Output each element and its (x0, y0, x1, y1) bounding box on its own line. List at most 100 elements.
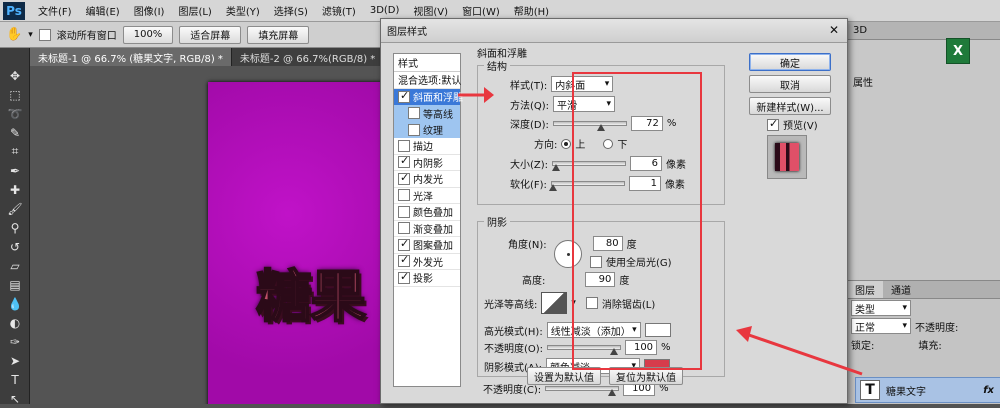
history-brush-tool-icon[interactable]: ↺ (0, 237, 30, 256)
style-list: 样式 混合选项:默认 斜面和浮雕等高线纹理描边内阴影内发光光泽颜色叠加渐变叠加图… (393, 53, 463, 387)
type-tool-icon[interactable]: T (0, 370, 30, 389)
style-item-checkbox[interactable] (408, 123, 420, 136)
menu-window[interactable]: 窗口(W) (455, 3, 507, 18)
document-canvas[interactable]: 糖果 (208, 82, 382, 404)
menu-filter[interactable]: 滤镜(T) (315, 3, 363, 18)
size-label: 大小(Z): (510, 160, 549, 171)
blur-tool-icon[interactable]: 💧 (0, 294, 30, 313)
tab-document-2[interactable]: 未标题-2 @ 66.7%(RGB/8) * (231, 48, 385, 66)
menu-layer[interactable]: 图层(L) (171, 3, 218, 18)
style-item-1[interactable]: 等高线 (394, 105, 460, 122)
technique-label: 方法(Q): (510, 100, 550, 112)
style-item-5[interactable]: 内发光 (394, 171, 460, 188)
quick-select-tool-icon[interactable]: ✎ (0, 123, 30, 142)
layer-name: 糖果文字 (886, 386, 926, 398)
arrow-right-shaft (745, 332, 863, 376)
style-item-checkbox[interactable] (398, 222, 410, 235)
structure-title: 结构 (484, 58, 510, 73)
menu-help[interactable]: 帮助(H) (507, 3, 556, 18)
text-layer-icon: T (860, 380, 880, 400)
arrow-right-head (736, 326, 752, 342)
close-icon[interactable]: ✕ (827, 23, 841, 37)
size-slider-knob[interactable] (552, 164, 561, 171)
hand-tool-icon[interactable]: ✋ (6, 27, 22, 42)
direction-label: 方向: (534, 140, 558, 151)
shading-title: 阴影 (484, 214, 510, 229)
style-item-4[interactable]: 内阴影 (394, 154, 460, 171)
styles-header[interactable]: 样式 (394, 54, 460, 72)
style-item-checkbox[interactable] (398, 154, 410, 169)
pen-tool-icon[interactable]: ✑ (0, 332, 30, 351)
healing-brush-tool-icon[interactable]: ✚ (0, 180, 30, 199)
fill-screen-button[interactable]: 填充屏幕 (247, 25, 310, 44)
path-select-tool-icon[interactable]: ➤ (0, 351, 30, 370)
excel-icon[interactable]: X (946, 38, 970, 64)
new-style-button[interactable]: 新建样式(W)... (749, 97, 831, 115)
style-item-3[interactable]: 描边 (394, 138, 460, 155)
style-item-checkbox[interactable] (398, 205, 410, 218)
highlight-opacity-label: 不透明度(O): (484, 344, 544, 355)
tools-panel: ✥ ⬚ ➰ ✎ ⌗ ✒ ✚ 🖌 ⚲ ↺ ▱ ▤ 💧 ◐ ✑ ➤ T ↖ (0, 48, 30, 406)
marquee-tool-icon[interactable]: ⬚ (0, 85, 30, 104)
tab-channels[interactable]: 通道 (883, 281, 919, 298)
cancel-button[interactable]: 取消 (749, 75, 831, 93)
menu-file[interactable]: 文件(F) (31, 3, 79, 18)
zoom-100-button[interactable]: 100% (122, 25, 174, 44)
eraser-tool-icon[interactable]: ▱ (0, 256, 30, 275)
move-tool-icon[interactable]: ✥ (0, 66, 30, 85)
soften-slider-knob[interactable] (549, 184, 558, 191)
style-item-checkbox[interactable] (398, 139, 410, 152)
menu-view[interactable]: 视图(V) (406, 3, 455, 18)
menu-edit[interactable]: 编辑(E) (79, 3, 127, 18)
tab-document-1[interactable]: 未标题-1 @ 66.7% (糖果文字, RGB/8) * (30, 48, 232, 66)
blend-options-item[interactable]: 混合选项:默认 (394, 72, 461, 89)
menu-type[interactable]: 类型(Y) (219, 3, 267, 18)
style-item-0[interactable]: 斜面和浮雕 (394, 88, 463, 105)
eyedropper-tool-icon[interactable]: ✒ (0, 161, 30, 180)
scroll-all-windows-label: 滚动所有窗口 (56, 31, 117, 42)
style-item-checkbox[interactable] (398, 253, 410, 268)
menu-3d[interactable]: 3D(D) (363, 5, 407, 16)
style-item-10[interactable]: 外发光 (394, 253, 460, 270)
clone-stamp-tool-icon[interactable]: ⚲ (0, 218, 30, 237)
style-item-9[interactable]: 图案叠加 (394, 237, 460, 254)
style-item-7[interactable]: 颜色叠加 (394, 204, 460, 221)
style-item-checkbox[interactable] (398, 89, 410, 103)
style-item-2[interactable]: 纹理 (394, 121, 460, 138)
menu-image[interactable]: 图像(I) (127, 3, 172, 18)
shadow-opacity-slider[interactable] (545, 386, 620, 396)
annotation-highlight-box (572, 72, 702, 370)
tool-preset-dropdown[interactable]: ▾ (28, 30, 33, 40)
fx-icon[interactable]: fx (983, 385, 994, 396)
preview-checkbox[interactable] (767, 117, 779, 131)
fit-screen-button[interactable]: 适合屏幕 (179, 25, 242, 44)
layer-row-candy-text[interactable]: T 糖果文字 fx (855, 377, 1000, 403)
tab-layers[interactable]: 图层 (847, 281, 883, 298)
layer-kind-value: 类型 (855, 304, 875, 316)
brush-tool-icon[interactable]: 🖌 (0, 199, 30, 218)
arrow-left-head (484, 87, 494, 103)
menu-select[interactable]: 选择(S) (267, 3, 315, 18)
style-item-8[interactable]: 渐变叠加 (394, 221, 460, 237)
lasso-tool-icon[interactable]: ➰ (0, 104, 30, 123)
scroll-all-windows-checkbox[interactable] (38, 28, 51, 41)
dodge-tool-icon[interactable]: ◐ (0, 313, 30, 332)
shadow-opacity-knob[interactable] (608, 389, 617, 396)
style-item-6[interactable]: 光泽 (394, 188, 460, 204)
style-item-checkbox[interactable] (398, 171, 410, 185)
dialog-title: 图层样式 (381, 19, 847, 43)
gradient-tool-icon[interactable]: ▤ (0, 275, 30, 294)
direct-select-tool-icon[interactable]: ↖ (0, 389, 30, 408)
canvas-area: 糖果 (30, 66, 382, 404)
crop-tool-icon[interactable]: ⌗ (0, 142, 30, 161)
layer-kind-select[interactable]: 类型 (851, 300, 911, 316)
direction-up-radio[interactable] (561, 138, 572, 149)
ok-button[interactable]: 确定 (749, 53, 831, 71)
style-item-checkbox[interactable] (398, 189, 410, 202)
style-item-checkbox[interactable] (408, 107, 420, 120)
style-item-checkbox[interactable] (398, 270, 410, 284)
style-item-checkbox[interactable] (398, 237, 410, 251)
gloss-contour-picker[interactable] (541, 292, 568, 314)
style-item-label: 投影 (413, 274, 433, 286)
style-item-11[interactable]: 投影 (394, 270, 460, 287)
